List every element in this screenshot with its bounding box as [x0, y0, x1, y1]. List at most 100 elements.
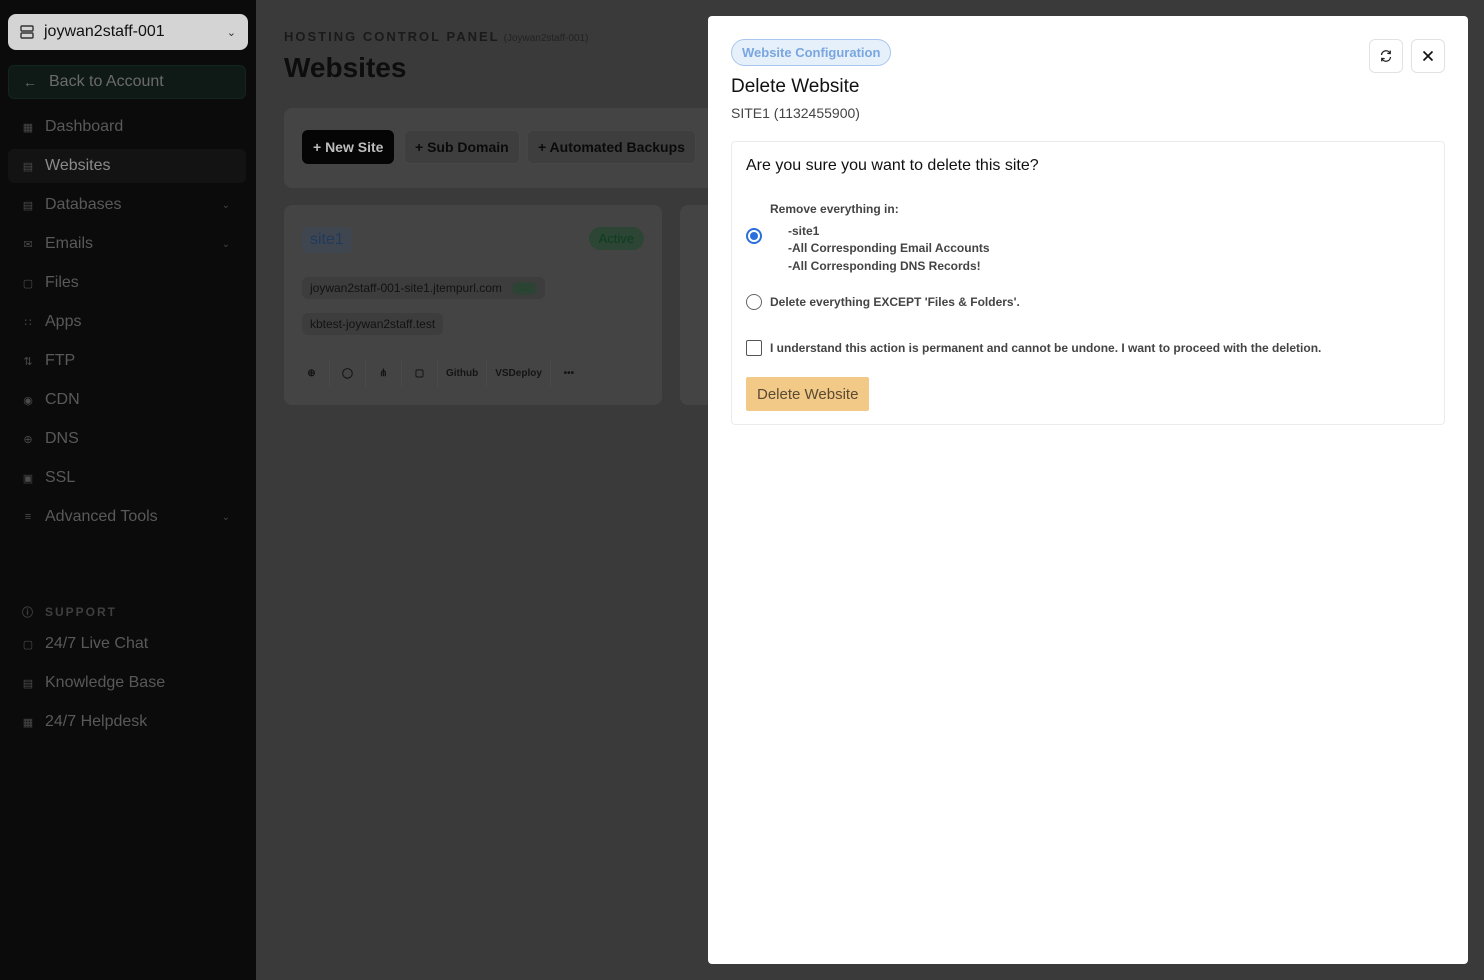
- more-icon[interactable]: •••: [559, 359, 587, 387]
- domain-row[interactable]: joywan2staff-001-site1.jtempurl.com SSL: [302, 277, 545, 299]
- github-button[interactable]: Github: [446, 359, 488, 387]
- close-icon: [1422, 50, 1434, 62]
- status-badge: Active: [588, 227, 644, 250]
- ftp-icon: ⇅: [23, 355, 33, 368]
- modal-title: Delete Website: [731, 76, 860, 97]
- vsdeploy-button[interactable]: VSDeploy: [495, 359, 551, 387]
- sidebar-item-dashboard[interactable]: ▦ Dashboard: [8, 110, 246, 144]
- remove-everything-label: Remove everything in:: [770, 202, 899, 216]
- sidebar-item-label: DNS: [45, 430, 79, 447]
- page-title: Websites: [284, 52, 407, 83]
- sidebar-item-label: CDN: [45, 391, 80, 408]
- option-detail-dns: -All Corresponding DNS Records!: [788, 259, 981, 273]
- remove-everything-radio[interactable]: [746, 228, 762, 244]
- overline-text: HOSTING CONTROL PANEL: [284, 29, 500, 44]
- sidebar-item-label: Apps: [45, 313, 82, 330]
- sidebar: joywan2staff-001 ⌄ ← Back to Account ▦ D…: [0, 0, 256, 980]
- chat-icon: ▢: [22, 638, 34, 651]
- domain-text: joywan2staff-001-site1.jtempurl.com: [310, 281, 502, 295]
- globe-icon: ⊕: [23, 433, 33, 446]
- close-button[interactable]: [1411, 39, 1445, 73]
- option-detail-site: -site1: [788, 224, 820, 238]
- alias-row[interactable]: kbtest-joywan2staff.test: [302, 313, 444, 335]
- delete-website-button[interactable]: Delete Website: [746, 377, 870, 411]
- chevron-down-icon: ⌄: [221, 238, 230, 250]
- delete-confirmation-panel: Are you sure you want to delete this sit…: [731, 141, 1445, 425]
- automated-backups-button[interactable]: + Automated Backups: [527, 130, 696, 164]
- chevron-down-icon: ⌄: [226, 26, 236, 39]
- modal-subtitle: SITE1 (1132455900): [731, 105, 860, 121]
- support-nav: ▢ 24/7 Live Chat ▤ Knowledge Base ▦ 24/7…: [8, 627, 246, 744]
- keep-files-label: Delete everything EXCEPT 'Files & Folder…: [770, 295, 1020, 309]
- sidebar-item-live-chat[interactable]: ▢ 24/7 Live Chat: [8, 627, 246, 661]
- apps-icon: ∷: [24, 316, 32, 329]
- account-name: joywan2staff-001: [44, 23, 165, 40]
- folder-icon[interactable]: ▢: [410, 359, 438, 387]
- cdn-icon: ◉: [23, 394, 33, 407]
- sidebar-item-cdn[interactable]: ◉ CDN: [8, 383, 246, 417]
- sidebar-item-label: Websites: [45, 157, 111, 174]
- refresh-icon: [1380, 50, 1392, 62]
- chevron-down-icon: ⌄: [221, 511, 230, 523]
- help-icon: ⓘ: [22, 607, 35, 619]
- support-heading-label: SUPPORT: [45, 605, 118, 619]
- toolbar: + New Site + Sub Domain + Automated Back…: [284, 108, 724, 188]
- sidebar-nav: ▦ Dashboard ▤ Websites ▤ Databases ⌄ ✉ E…: [8, 110, 246, 539]
- back-to-account-link[interactable]: ← Back to Account: [8, 65, 246, 99]
- sidebar-item-label: 24/7 Live Chat: [45, 635, 149, 652]
- browser-icon: ▤: [22, 160, 34, 173]
- lock-icon: ▣: [22, 472, 34, 485]
- sidebar-item-knowledge-base[interactable]: ▤ Knowledge Base: [8, 666, 246, 700]
- sidebar-item-label: Knowledge Base: [45, 674, 166, 691]
- sub-domain-button[interactable]: + Sub Domain: [404, 130, 520, 164]
- sidebar-item-helpdesk[interactable]: ▦ 24/7 Helpdesk: [8, 705, 246, 739]
- ssl-badge: SSL: [511, 281, 537, 295]
- sidebar-item-ftp[interactable]: ⇅ FTP: [8, 344, 246, 378]
- site-name-link[interactable]: site1: [302, 227, 352, 253]
- server-icon: [20, 25, 34, 39]
- folder-icon: ▢: [22, 277, 34, 290]
- alias-text: kbtest-joywan2staff.test: [310, 317, 436, 331]
- globe-icon[interactable]: ⊕: [302, 359, 330, 387]
- sidebar-item-label: FTP: [45, 352, 76, 369]
- sidebar-item-label: Dashboard: [45, 118, 124, 135]
- sidebar-item-databases[interactable]: ▤ Databases ⌄: [8, 188, 246, 222]
- sidebar-item-ssl[interactable]: ▣ SSL: [8, 461, 246, 495]
- sidebar-item-label: 24/7 Helpdesk: [45, 713, 148, 730]
- card-actions: ⊕ ◯ ⋔ ▢ Github VSDeploy •••: [302, 359, 595, 387]
- shield-icon[interactable]: ◯: [338, 359, 366, 387]
- overline-account: (Joywan2staff-001): [503, 33, 589, 44]
- grid-icon: ▦: [22, 121, 34, 134]
- book-icon: ▤: [22, 677, 34, 690]
- mail-icon: ✉: [23, 238, 33, 251]
- sidebar-item-label: Advanced Tools: [45, 508, 158, 525]
- arrow-left-icon: ←: [23, 74, 37, 90]
- tools-icon: ≡: [24, 511, 32, 523]
- refresh-button[interactable]: [1369, 39, 1403, 73]
- database-icon: ▤: [22, 199, 34, 212]
- site-card: site1 Active joywan2staff-001-site1.jtem…: [284, 205, 662, 405]
- sidebar-item-websites[interactable]: ▤ Websites: [8, 149, 246, 183]
- keep-files-radio[interactable]: [746, 294, 762, 310]
- website-configuration-badge: Website Configuration: [731, 39, 892, 66]
- new-site-button[interactable]: + New Site: [302, 130, 395, 164]
- back-to-account-label: Back to Account: [49, 73, 164, 90]
- option-detail-email: -All Corresponding Email Accounts: [788, 241, 990, 255]
- panel-overline: HOSTING CONTROL PANEL (Joywan2staff-001): [284, 29, 588, 44]
- git-branch-icon[interactable]: ⋔: [374, 359, 402, 387]
- sidebar-item-apps[interactable]: ∷ Apps: [8, 305, 246, 339]
- sidebar-item-advanced-tools[interactable]: ≡ Advanced Tools ⌄: [8, 500, 246, 534]
- sidebar-item-label: Databases: [45, 196, 122, 213]
- sidebar-item-label: SSL: [45, 469, 76, 486]
- sidebar-item-dns[interactable]: ⊕ DNS: [8, 422, 246, 456]
- support-heading: ⓘ SUPPORT: [22, 604, 117, 620]
- confirmation-question: Are you sure you want to delete this sit…: [746, 157, 1039, 174]
- sidebar-item-label: Files: [45, 274, 79, 291]
- account-select[interactable]: joywan2staff-001 ⌄: [8, 14, 248, 50]
- acknowledge-checkbox[interactable]: [746, 340, 762, 356]
- chevron-down-icon: ⌄: [221, 199, 230, 211]
- sidebar-item-files[interactable]: ▢ Files: [8, 266, 246, 300]
- ticket-icon: ▦: [22, 716, 34, 729]
- acknowledge-label: I understand this action is permanent an…: [770, 341, 1322, 355]
- sidebar-item-emails[interactable]: ✉ Emails ⌄: [8, 227, 246, 261]
